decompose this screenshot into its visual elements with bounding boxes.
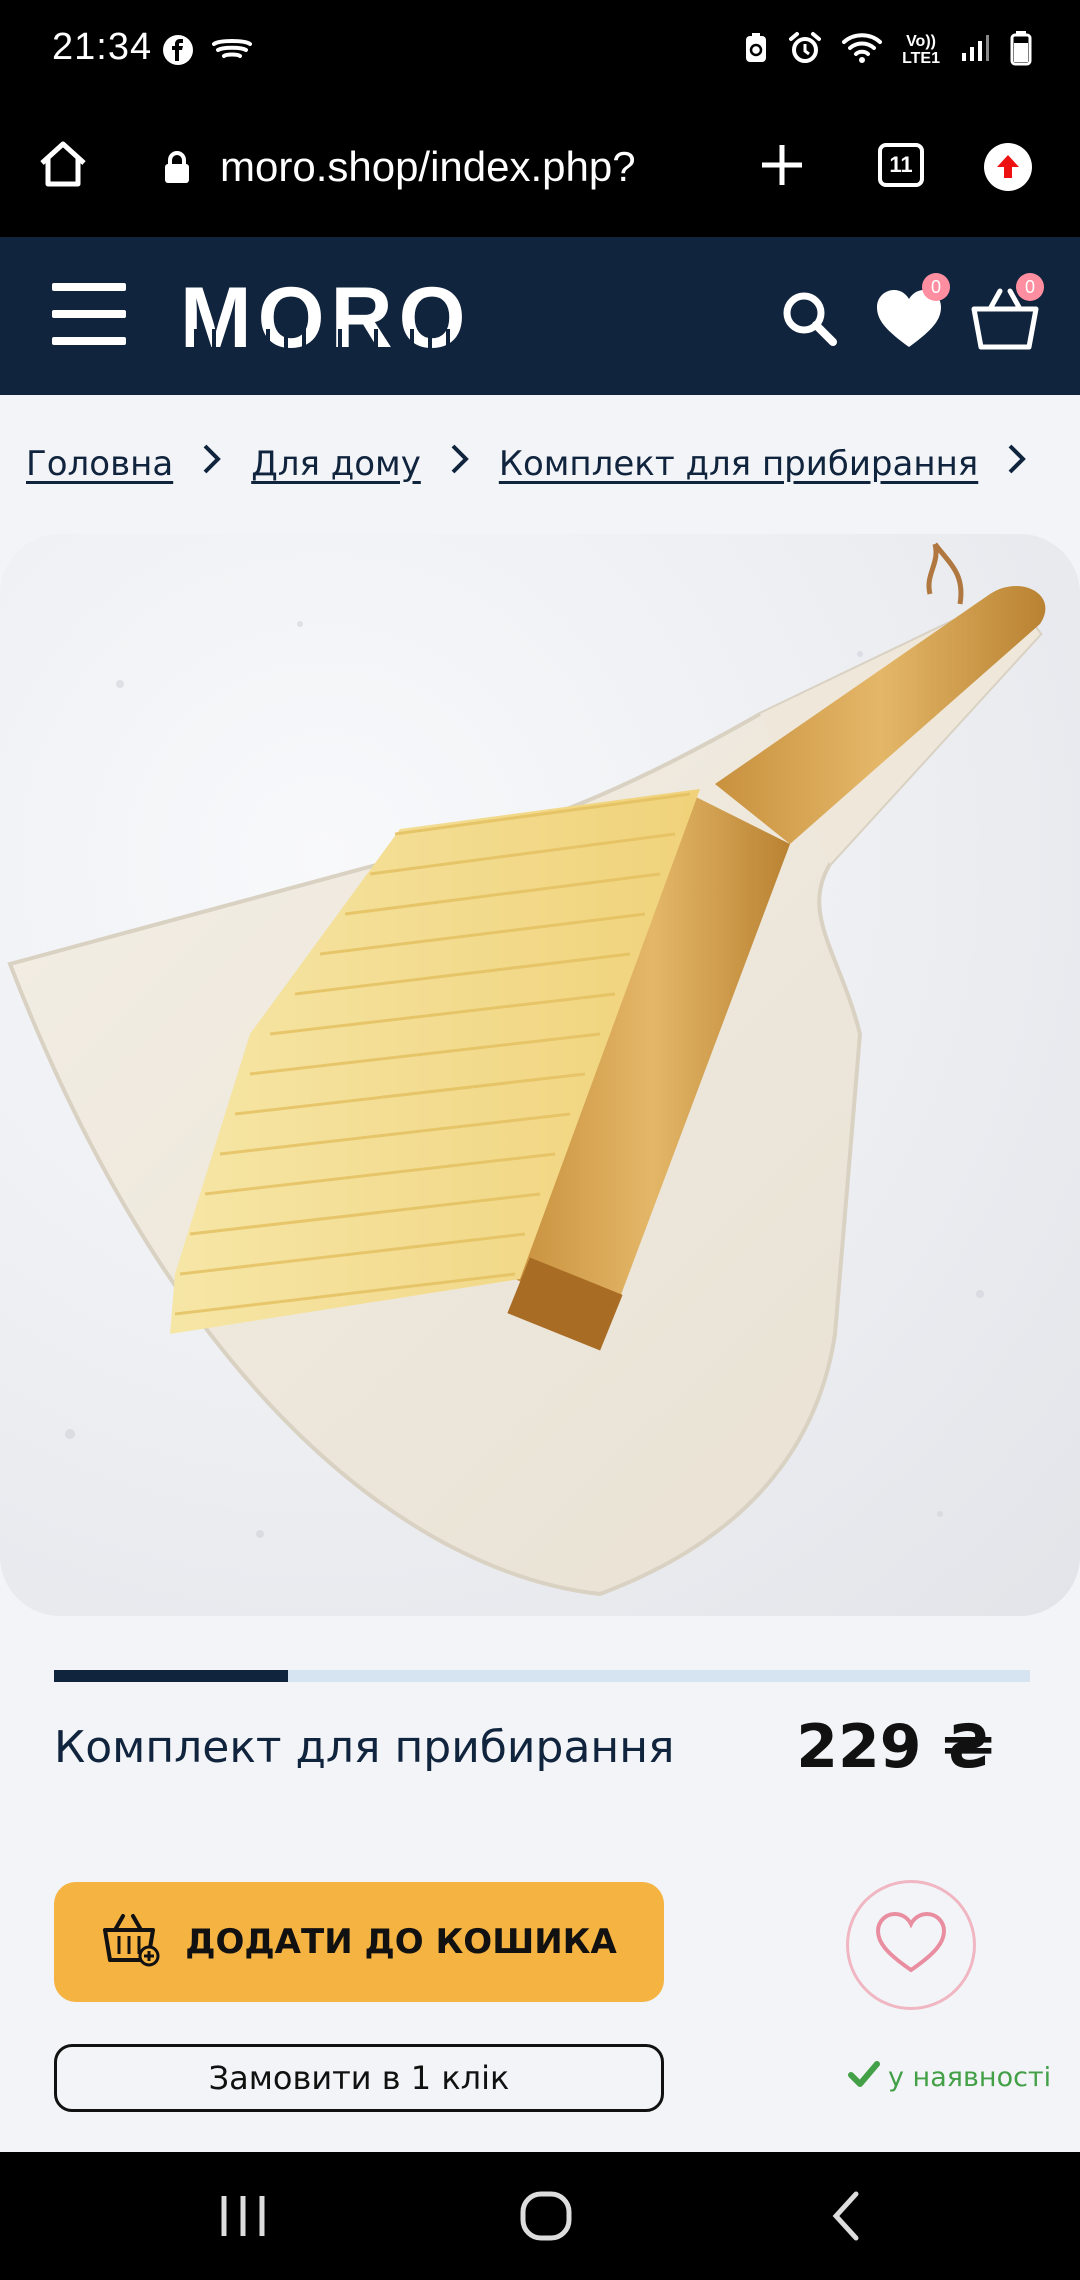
search-icon[interactable] <box>778 287 842 355</box>
product-title: Комплект для прибирання <box>54 1722 675 1773</box>
gallery-progress-fill <box>54 1670 289 1682</box>
home-icon[interactable] <box>36 137 90 195</box>
wishlist-count-badge: 0 <box>922 273 950 301</box>
system-nav-bar <box>0 2152 1080 2280</box>
signal-icon <box>960 33 990 67</box>
basket-add-icon <box>101 1912 161 1972</box>
battery-icon <box>1010 30 1032 70</box>
network-lte-label: LTE1 <box>902 50 940 67</box>
stock-status: у наявності <box>848 2060 1051 2095</box>
chevron-right-icon <box>1006 442 1028 485</box>
status-bar: 21:34 Vo)) LTE1 <box>0 0 1080 105</box>
tab-switcher-button[interactable]: 11 <box>878 143 924 187</box>
add-to-cart-button[interactable]: ДОДАТИ ДО КОШИКА <box>54 1882 664 2002</box>
menu-icon[interactable] <box>52 283 126 345</box>
new-tab-icon[interactable] <box>756 139 808 195</box>
one-click-order-button[interactable]: Замовити в 1 клік <box>54 2044 664 2112</box>
breadcrumb-item-product[interactable]: Комплект для прибирання <box>499 444 978 484</box>
product-price: 229 ₴ <box>796 1712 994 1782</box>
site-header: MORO 0 0 <box>0 237 1080 395</box>
url-bar[interactable]: moro.shop/index.php? <box>220 143 636 191</box>
wishlist-icon[interactable]: 0 <box>874 273 950 355</box>
status-notification-icons <box>162 34 252 70</box>
stock-status-label: у наявності <box>888 2062 1052 2093</box>
update-arrow-icon[interactable] <box>984 143 1032 191</box>
cast-icon <box>212 38 252 66</box>
product-image[interactable] <box>0 534 1080 1616</box>
chevron-right-icon <box>201 442 223 485</box>
gallery-progress[interactable] <box>54 1670 1030 1682</box>
network-volte-label: Vo)) <box>906 33 936 50</box>
battery-saver-icon <box>744 32 768 68</box>
add-to-wishlist-button[interactable] <box>846 1880 976 2010</box>
cart-count-badge: 0 <box>1016 273 1044 301</box>
breadcrumb-item-home-goods[interactable]: Для дому <box>251 444 421 484</box>
breadcrumb: Головна Для дому Комплект для прибирання <box>26 442 1056 485</box>
network-type: Vo)) LTE1 <box>902 33 940 67</box>
screen: 21:34 Vo)) LTE1 moro.shop/index.php? 11 … <box>0 0 1080 2280</box>
recent-apps-icon[interactable] <box>218 2186 268 2250</box>
site-logo[interactable]: MORO <box>180 273 500 363</box>
status-time: 21:34 <box>52 26 153 68</box>
browser-toolbar: moro.shop/index.php? 11 <box>0 105 1080 237</box>
lock-icon <box>162 149 192 189</box>
wifi-icon <box>842 32 883 68</box>
brush-dustpan-illustration <box>7 542 1046 1597</box>
logo-stripes <box>180 329 500 353</box>
add-to-cart-label: ДОДАТИ ДО КОШИКА <box>185 1922 617 1962</box>
status-system-icons: Vo)) LTE1 <box>744 30 1032 70</box>
heart-outline-icon <box>874 1910 948 1980</box>
home-nav-icon[interactable] <box>518 2186 574 2250</box>
checkmark-icon <box>848 2060 880 2095</box>
facebook-icon <box>162 34 194 70</box>
chevron-right-icon <box>449 442 471 485</box>
cart-icon[interactable]: 0 <box>970 273 1044 357</box>
alarm-icon <box>788 31 822 69</box>
breadcrumb-item-home[interactable]: Головна <box>26 444 173 484</box>
back-icon[interactable] <box>826 2186 866 2250</box>
